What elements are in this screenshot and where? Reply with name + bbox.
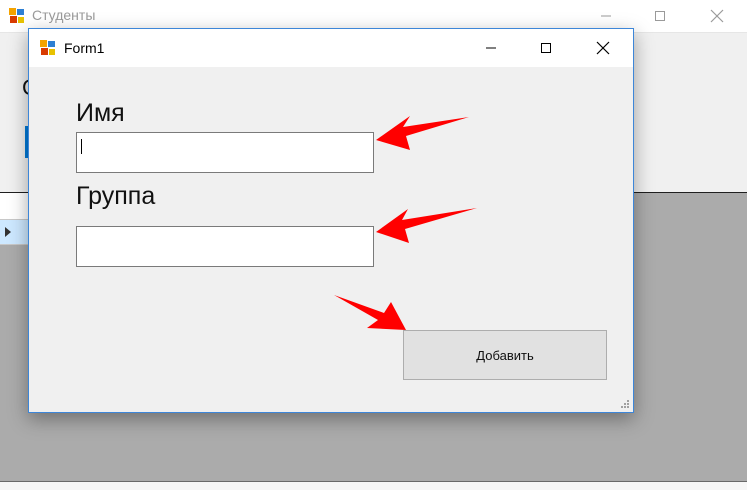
row-selector-arrow-icon — [5, 227, 11, 237]
maximize-button[interactable] — [637, 0, 683, 31]
minimize-icon — [486, 47, 496, 49]
add-button[interactable]: Добавить — [403, 330, 607, 380]
name-input[interactable] — [76, 132, 374, 173]
group-label: Группа — [76, 182, 156, 210]
close-icon — [596, 41, 610, 55]
close-button[interactable] — [694, 0, 740, 31]
name-label: Имя — [76, 99, 125, 127]
form1-titlebar[interactable]: Form1 — [29, 29, 633, 67]
form1-close-button[interactable] — [580, 29, 626, 67]
form1-title: Form1 — [64, 40, 105, 56]
group-input[interactable] — [76, 226, 374, 267]
form1-maximize-button[interactable] — [523, 29, 569, 67]
window-title: Студенты — [32, 7, 96, 23]
close-icon — [710, 9, 724, 22]
form1-minimize-button[interactable] — [468, 29, 514, 67]
size-grip-icon[interactable] — [619, 398, 630, 409]
app-icon — [9, 8, 24, 23]
grid-row-header[interactable] — [0, 220, 31, 245]
maximize-icon — [655, 10, 665, 21]
grid-corner-header[interactable] — [0, 193, 31, 220]
app-icon — [40, 40, 55, 55]
minimize-button[interactable] — [583, 0, 629, 31]
minimize-icon — [601, 15, 611, 16]
text-caret — [81, 139, 82, 154]
form1-dialog: Form1 Имя Группа Добавить — [28, 28, 634, 413]
maximize-icon — [541, 43, 551, 53]
